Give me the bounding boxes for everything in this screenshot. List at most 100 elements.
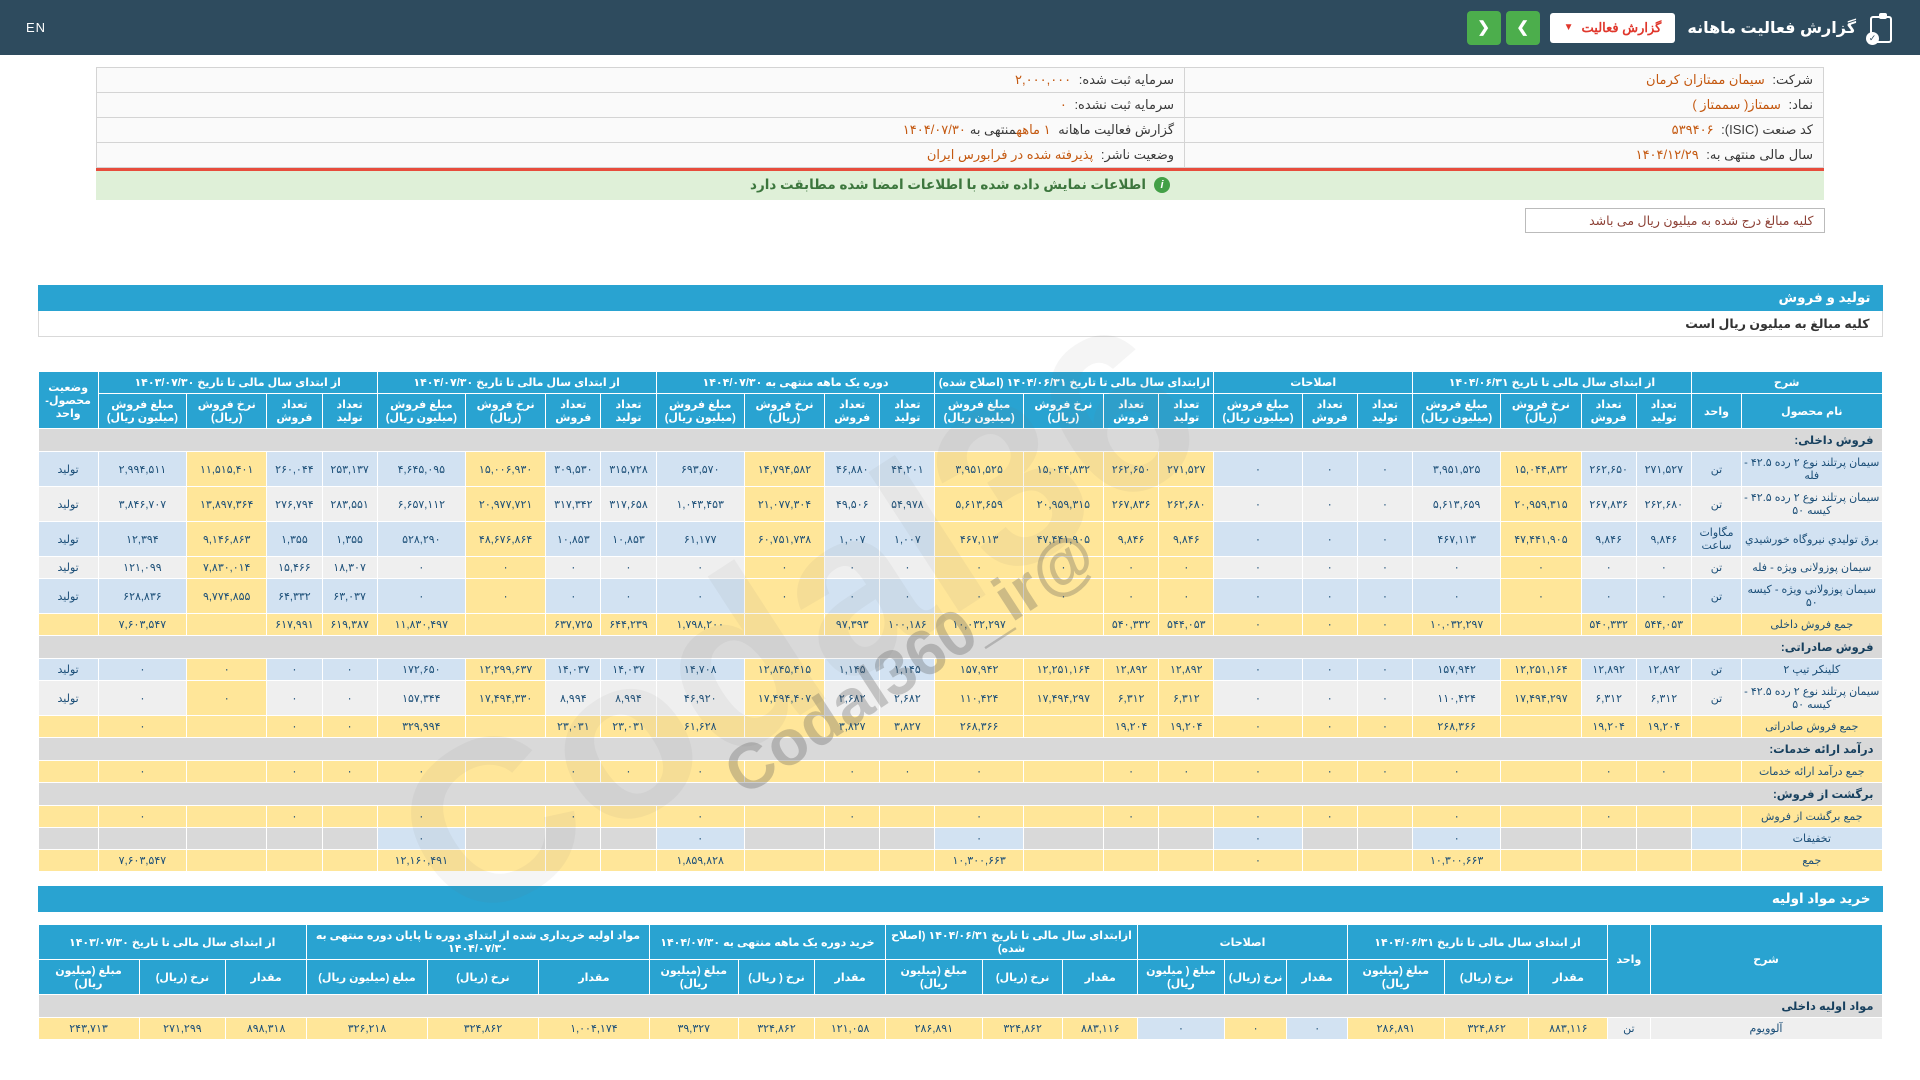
- value-cell: [187, 806, 267, 828]
- value-cell: [1159, 850, 1214, 872]
- value-cell: ۴۷,۴۴۱,۹۰۵: [1023, 522, 1103, 557]
- company-info-table: شرکت: سیمان ممتازان کرمانسرمایه ثبت شده:…: [96, 67, 1824, 168]
- column-group-header: از ابتدای سال مالی تا تاریخ ۱۴۰۳/۰۷/۳۰: [98, 372, 377, 394]
- row-label: سیمان پرتلند نوع ۲ رده ۴۲.۵ - فله: [1742, 452, 1882, 487]
- column-header: مبلغ (میلیون ریال): [306, 960, 427, 995]
- value-cell: ۰: [1357, 761, 1412, 783]
- value-cell: ۳۲۴,۸۶۲: [428, 1018, 539, 1040]
- value-cell: ۰: [1214, 557, 1302, 579]
- sum-row-label: جمع: [1742, 850, 1882, 872]
- value-cell: ۸,۹۹۴: [546, 681, 601, 716]
- value-cell: ۱۲,۲۹۹,۶۳۷: [465, 659, 545, 681]
- value-cell: ۶۴,۳۳۲: [267, 579, 322, 614]
- section-row: فروش داخلی:: [38, 429, 1882, 452]
- previous-report-button[interactable]: ❮: [1467, 11, 1501, 45]
- value-cell: [1636, 850, 1691, 872]
- value-cell: ۰: [1302, 659, 1357, 681]
- status-cell: [38, 614, 98, 636]
- value-cell: ۰: [1581, 761, 1636, 783]
- status-cell: تولید: [38, 579, 98, 614]
- value-cell: ۳,۸۴۶,۷۰۷: [98, 487, 186, 522]
- value-cell: ۹,۸۴۶: [1104, 522, 1159, 557]
- value-cell: [465, 761, 545, 783]
- table-row: کلینکر تیپ ۲تن۱۲,۸۹۲۱۲,۸۹۲۱۲,۲۵۱,۱۶۴۱۵۷,…: [38, 659, 1882, 681]
- value-cell: ۱,۱۴۵: [880, 659, 935, 681]
- value-cell: ۰: [601, 761, 656, 783]
- value-cell: ۱۷,۴۹۴,۲۹۷: [1501, 681, 1581, 716]
- value-cell: ۰: [377, 828, 465, 850]
- status-cell: تولید: [38, 487, 98, 522]
- value-cell: ۱۰,۳۰۰,۶۶۳: [1413, 850, 1501, 872]
- value-cell: ۰: [267, 716, 322, 738]
- value-cell: ۲۶۲,۶۸۰: [1636, 487, 1691, 522]
- column-header: مبلغ فروش (میلیون ریال): [377, 394, 465, 429]
- section-row: فروش صادراتی:: [38, 636, 1882, 659]
- value-cell: ۰: [546, 806, 601, 828]
- value-cell: ۲۸۶,۸۹۱: [885, 1018, 982, 1040]
- value-cell: ۰: [98, 716, 186, 738]
- unit-cell: [1691, 806, 1741, 828]
- value-cell: ۰: [1224, 1018, 1287, 1040]
- value-cell: ۰: [1214, 579, 1302, 614]
- report-type-dropdown[interactable]: گزارش فعالیت ▼: [1550, 13, 1676, 43]
- value-cell: [744, 716, 824, 738]
- value-cell: ۰: [1357, 487, 1412, 522]
- table-row: آلوویومتن۸۸۳,۱۱۶۳۲۴,۸۶۲۲۸۶,۸۹۱۰۰۰۸۸۳,۱۱۶…: [38, 1018, 1882, 1040]
- value-cell: ۲۶۷,۸۳۶: [1104, 487, 1159, 522]
- value-cell: ۰: [1302, 452, 1357, 487]
- value-cell: ۰: [377, 557, 465, 579]
- value-cell: ۰: [1636, 579, 1691, 614]
- top-bar: ✓ گزارش فعالیت ماهانه گزارش فعالیت ▼ ❯ ❮…: [0, 0, 1920, 55]
- value-cell: ۱۷۲,۶۵۰: [377, 659, 465, 681]
- value-cell: ۳,۹۵۱,۵۲۵: [1413, 452, 1501, 487]
- value-cell: ۴۶,۹۲۰: [656, 681, 744, 716]
- next-report-button[interactable]: ❯: [1506, 11, 1540, 45]
- value-cell: ۶۰,۷۵۱,۷۳۸: [744, 522, 824, 557]
- value-cell: ۲۶۷,۸۳۶: [1581, 487, 1636, 522]
- value-cell: ۰: [1159, 761, 1214, 783]
- value-cell: ۰: [1357, 452, 1412, 487]
- language-toggle[interactable]: EN: [26, 20, 46, 35]
- value-cell: ۰: [1302, 522, 1357, 557]
- value-cell: ۰: [744, 557, 824, 579]
- table-row: جمع درآمد ارائه خدمات۰۰۰۰۰۰۰۰۰۰۰۰۰۰۰۰۰۰: [38, 761, 1882, 783]
- column-header: تعداد تولید: [322, 394, 377, 429]
- unit-cell: تن: [1691, 681, 1741, 716]
- value-cell: ۰: [1159, 557, 1214, 579]
- section-bar-production-sales: تولید و فروش: [38, 285, 1883, 311]
- value-cell: ۲۵۳,۱۳۷: [322, 452, 377, 487]
- value-cell: ۲۷۶,۷۹۴: [267, 487, 322, 522]
- value-cell: ۴۶,۸۸۰: [825, 452, 880, 487]
- value-cell: ۶۱,۶۲۸: [656, 716, 744, 738]
- value-cell: ۱۲۱,۰۹۹: [98, 557, 186, 579]
- value-cell: ۰: [1413, 806, 1501, 828]
- header-group-row: شرحاز ابتدای سال مالی تا تاریخ ۱۴۰۴/۰۶/۳…: [38, 372, 1882, 394]
- column-group-header: از ابتدای سال مالی تا تاریخ ۱۴۰۴/۰۶/۳۱: [1413, 372, 1692, 394]
- value-cell: ۱۲,۳۹۴: [98, 522, 186, 557]
- info-row: سال مالی منتهی به: ۱۴۰۴/۱۲/۲۹وضعیت ناشر:…: [97, 143, 1824, 168]
- value-cell: ۰: [601, 579, 656, 614]
- row-label: سیمان پرتلند نوع ۲ رده ۴۲.۵ - کیسه ۵۰: [1742, 681, 1882, 716]
- value-cell: ۱۱۰,۴۲۴: [935, 681, 1023, 716]
- value-cell: ۰: [1302, 614, 1357, 636]
- value-cell: ۱۵,۰۴۴,۸۳۲: [1501, 452, 1581, 487]
- value-cell: ۰: [656, 828, 744, 850]
- value-cell: ۰: [267, 761, 322, 783]
- value-cell: ۱۴,۷۰۸: [656, 659, 744, 681]
- value-cell: [187, 614, 267, 636]
- value-cell: [1023, 761, 1103, 783]
- value-cell: ۰: [1214, 828, 1302, 850]
- sum-row-label: جمع فروش داخلی: [1742, 614, 1882, 636]
- unit-cell: تن: [1691, 487, 1741, 522]
- value-cell: ۰: [825, 557, 880, 579]
- sum-row-label: جمع درآمد ارائه خدمات: [1742, 761, 1882, 783]
- value-cell: ۱۵,۰۴۴,۸۳۲: [1023, 452, 1103, 487]
- unit-cell: [1691, 614, 1741, 636]
- value-cell: ۳۱۷,۳۴۲: [546, 487, 601, 522]
- value-cell: ۰: [1581, 557, 1636, 579]
- value-cell: ۰: [546, 557, 601, 579]
- info-row: کد صنعت (ISIC): ۵۳۹۴۰۶گزارش فعالیت ماهان…: [97, 118, 1824, 143]
- value-cell: ۰: [1357, 522, 1412, 557]
- value-cell: ۱۵۷,۳۴۴: [377, 681, 465, 716]
- value-cell: [322, 850, 377, 872]
